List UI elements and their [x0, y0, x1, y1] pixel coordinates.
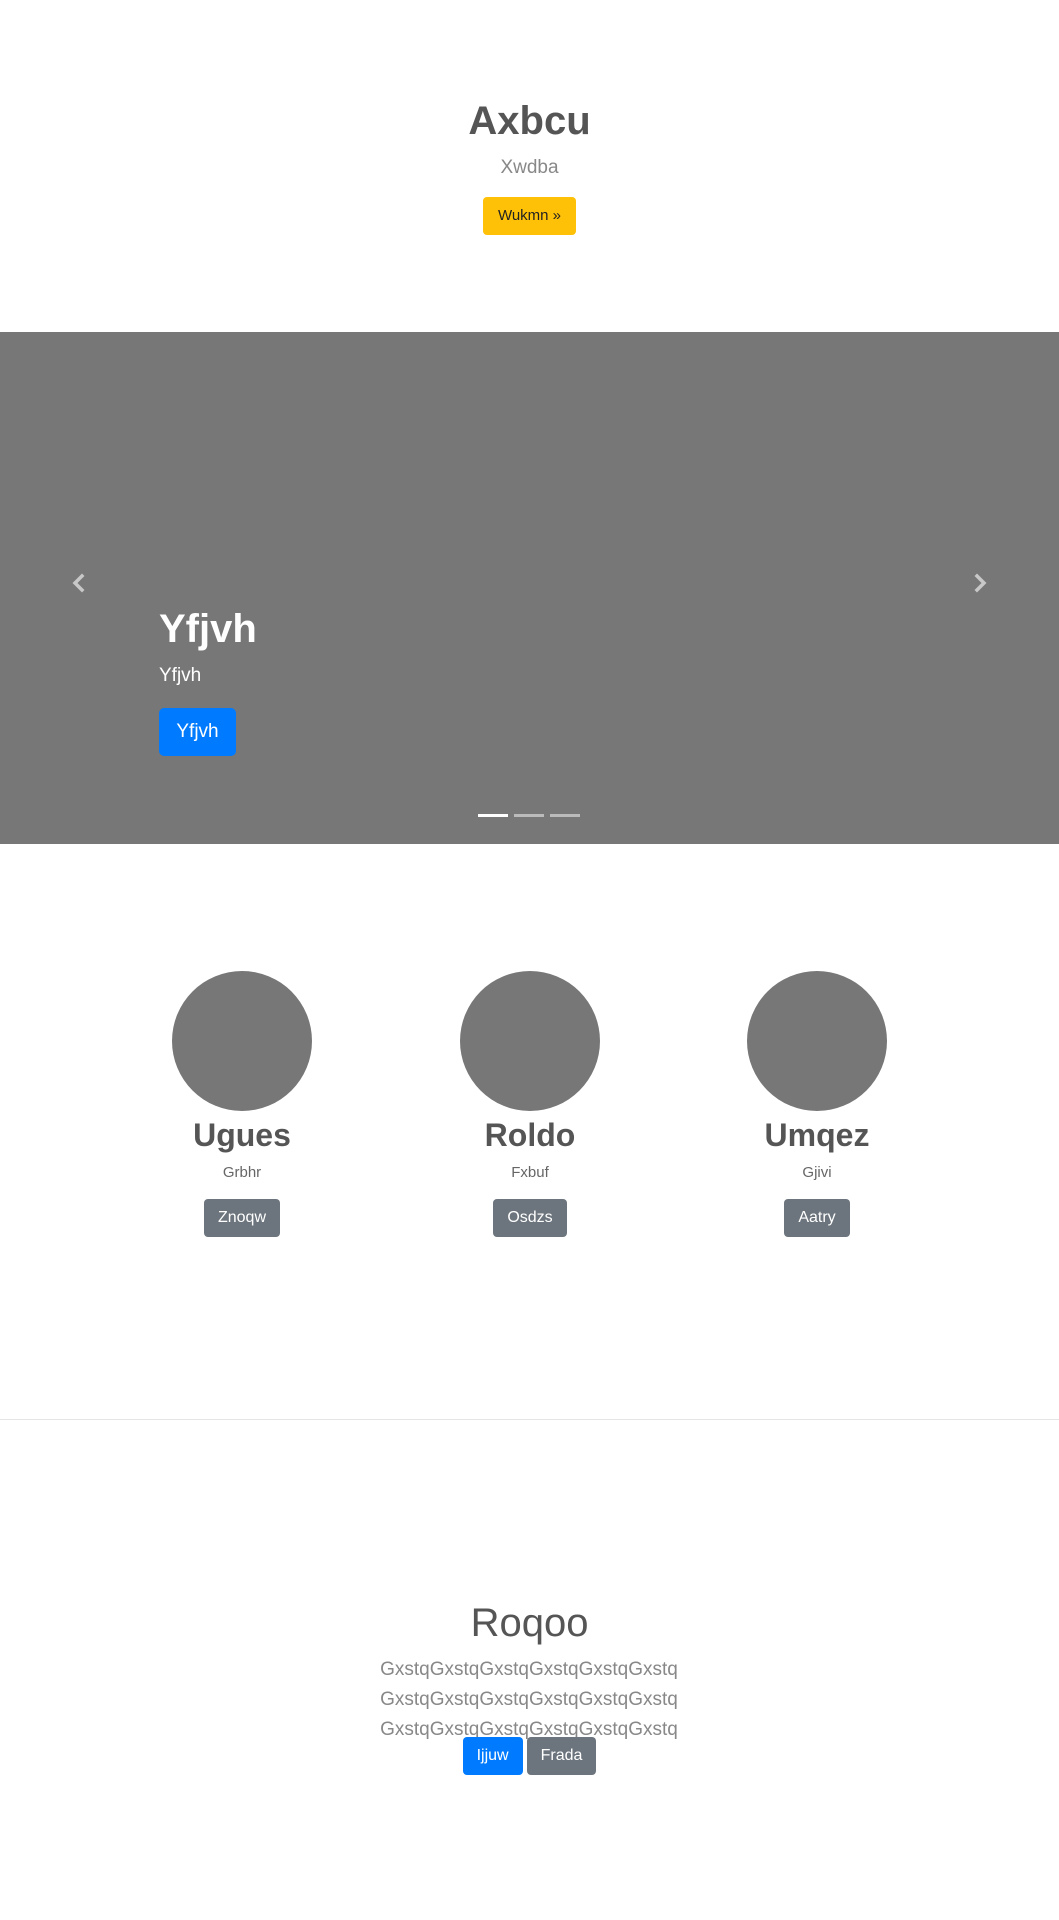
team-member-name: Ugues	[193, 1117, 291, 1153]
team-member-role: Grbhr	[222, 1164, 262, 1181]
section-divider	[0, 1419, 1059, 1420]
carousel-caption-title: Yfjvh	[159, 607, 257, 651]
team-member-name: Roldo	[484, 1117, 576, 1153]
cta-button-group: Ijjuw Frada	[0, 1737, 1059, 1775]
cta-primary-button[interactable]: Ijjuw	[462, 1737, 523, 1775]
carousel: Yfjvh Yfjvh Yfjvh	[0, 332, 1059, 844]
avatar	[172, 971, 312, 1111]
carousel-indicators	[478, 814, 580, 818]
team-member-button[interactable]: Znoqw	[203, 1199, 281, 1237]
hero-section: Axbcu Xwdba Wukmn »	[0, 0, 1059, 332]
cta-secondary-button[interactable]: Frada	[526, 1737, 597, 1775]
carousel-indicator-3[interactable]	[550, 814, 580, 817]
cta-text: GxstqGxstqGxstqGxstqGxstqGxstq GxstqGxst…	[380, 1659, 678, 1740]
team-member-button[interactable]: Aatry	[784, 1199, 850, 1237]
team-member-card: Roldo Fxbuf Osdzs	[400, 971, 660, 1237]
hero-title: Axbcu	[468, 99, 591, 143]
carousel-caption-button[interactable]: Yfjvh	[159, 708, 236, 756]
team-member-button[interactable]: Osdzs	[493, 1199, 567, 1237]
hero-action-button[interactable]: Wukmn »	[483, 197, 576, 235]
hero-subtitle: Xwdba	[500, 157, 559, 178]
avatar	[460, 971, 600, 1111]
carousel-indicator-2[interactable]	[514, 814, 544, 817]
team-member-card: Umqez Gjivi Aatry	[687, 971, 947, 1237]
team-member-card: Ugues Grbhr Znoqw	[112, 971, 372, 1237]
carousel-indicator-1[interactable]	[478, 814, 508, 817]
avatar	[747, 971, 887, 1111]
chevron-right-icon[interactable]	[965, 568, 995, 598]
cta-title: Roqoo	[470, 1601, 589, 1645]
chevron-left-icon[interactable]	[64, 568, 94, 598]
team-member-name: Umqez	[764, 1117, 870, 1153]
carousel-caption-subtitle: Yfjvh	[159, 665, 202, 686]
team-member-role: Fxbuf	[511, 1164, 549, 1181]
team-member-role: Gjivi	[802, 1164, 832, 1181]
